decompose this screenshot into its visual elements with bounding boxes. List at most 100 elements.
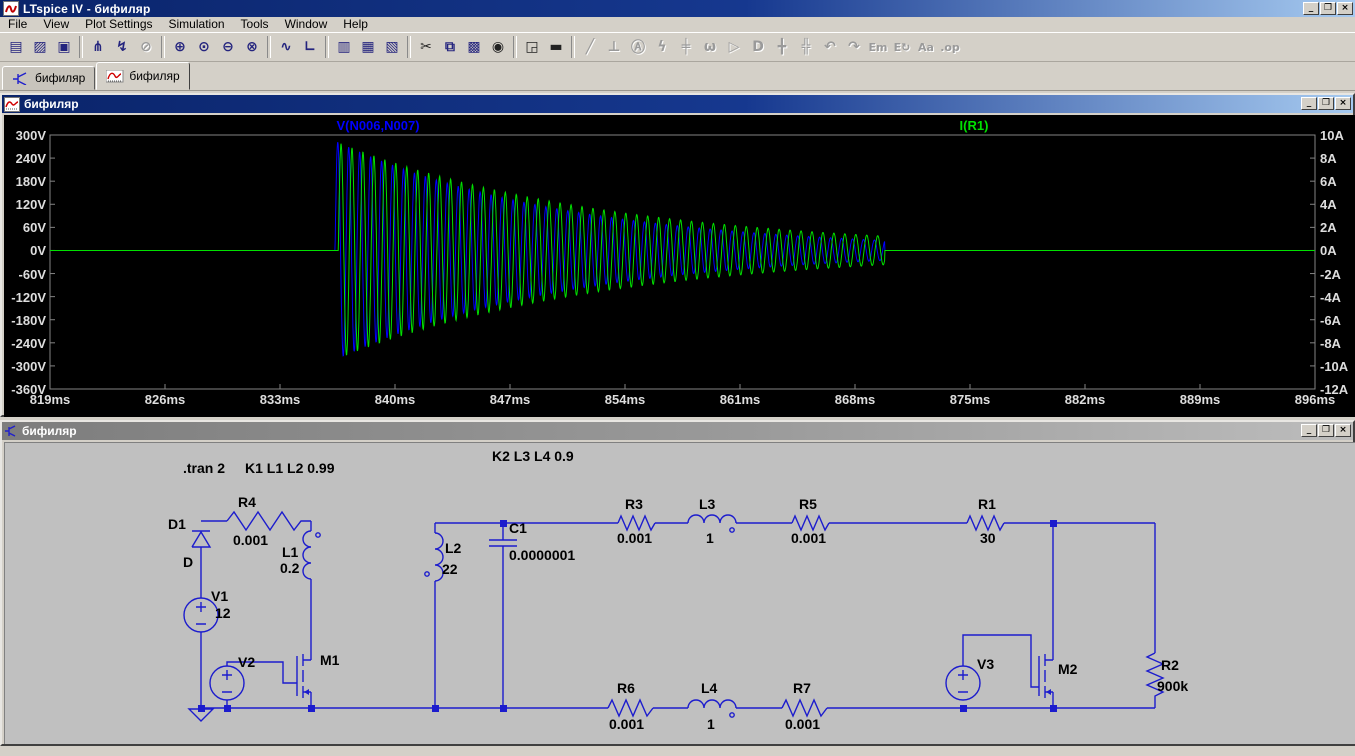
component-r2[interactable]: R2 900k <box>1147 653 1188 703</box>
undo-icon[interactable]: ↶ <box>818 36 842 59</box>
component-r6[interactable]: R6 0.001 <box>608 680 653 732</box>
menu-simulation[interactable]: Simulation <box>161 17 233 32</box>
find-icon[interactable]: ◉ <box>486 36 510 59</box>
spice-netlist-icon[interactable]: ∿ <box>274 36 298 59</box>
close-button[interactable]: × <box>1337 2 1353 15</box>
component-r1[interactable]: R1 30 <box>967 496 1004 546</box>
capacitor-tool-icon[interactable]: ╪ <box>674 36 698 59</box>
tile-windows-icon[interactable]: ▥ <box>332 36 356 59</box>
schematic-canvas[interactable]: .tran 2 K1 L1 L2 0.99 K2 L3 L4 0.9 D1 D … <box>5 443 1355 744</box>
drag-tool-icon[interactable]: ╬ <box>794 36 818 59</box>
schem-minimize-button[interactable]: _ <box>1301 424 1317 437</box>
component-r4[interactable]: R4 0.001 <box>227 494 307 548</box>
cascade-windows2-icon[interactable]: ▧ <box>380 36 404 59</box>
component-l3[interactable]: L3 1 <box>688 496 736 546</box>
paste-icon[interactable]: ▩ <box>462 36 486 59</box>
component-v2[interactable]: V2 <box>210 654 255 700</box>
trace-name-i-r1-[interactable]: I(R1) <box>884 118 1064 133</box>
wire-tool-icon[interactable]: ╱ <box>578 36 602 59</box>
component-r5[interactable]: R5 0.001 <box>791 496 829 546</box>
mark-axes-icon[interactable]: ∟ <box>298 36 322 59</box>
y-right-tick-label: -6A <box>1320 313 1355 328</box>
y-left-tick-label: -300V <box>4 359 46 374</box>
plot-close-button[interactable]: × <box>1335 97 1351 110</box>
maximize-button[interactable]: ❐ <box>1320 2 1336 15</box>
component-v3[interactable]: V3 <box>946 656 994 700</box>
spice-directive-tran[interactable]: .tran 2 <box>183 460 225 476</box>
component-l4[interactable]: L4 1 <box>688 680 736 732</box>
waveform-window-titlebar[interactable]: бифиляр _ ❐ × <box>2 95 1353 113</box>
toolbar: ▤▨▣ ⋔↯⊘ ⊕⊙⊖⊗ ∿∟ ▥▦▧ ✂⧉▩◉ ◲▬ ╱⊥Ⓐϟ╪ω▷D╋╬↶↷EmE↻Aa.… <box>0 32 1355 62</box>
save-icon[interactable]: ▣ <box>52 36 76 59</box>
spice-directive-icon[interactable]: .op <box>938 36 962 59</box>
y-right-tick-label: 8A <box>1320 151 1355 166</box>
component-l1[interactable]: L1 0.2 <box>280 531 320 579</box>
diode-tool-icon[interactable]: ▷ <box>722 36 746 59</box>
inductor-tool-icon[interactable]: ω <box>698 36 722 59</box>
toolbar-separator <box>161 36 165 58</box>
menu-plot-settings[interactable]: Plot Settings <box>77 17 160 32</box>
wires[interactable] <box>201 521 1155 708</box>
copy-icon[interactable]: ⧉ <box>438 36 462 59</box>
x-axis-tick-label: 861ms <box>708 392 772 407</box>
component-m1[interactable]: M1 <box>297 652 340 708</box>
x-axis-tick-label: 840ms <box>363 392 427 407</box>
schem-close-button[interactable]: × <box>1335 424 1351 437</box>
minimize-button[interactable]: _ <box>1303 2 1319 15</box>
schem-maximize-button[interactable]: ❐ <box>1318 424 1334 437</box>
zoom-out-icon[interactable]: ⊖ <box>216 36 240 59</box>
redo-icon[interactable]: ↷ <box>842 36 866 59</box>
schematic-window-titlebar[interactable]: бифиляр _ ❐ × <box>2 422 1353 440</box>
component-r3[interactable]: R3 0.001 <box>617 496 655 546</box>
component-m2[interactable]: M2 <box>1039 654 1078 708</box>
resistor-tool-icon[interactable]: ϟ <box>650 36 674 59</box>
cascade-windows-icon[interactable]: ▦ <box>356 36 380 59</box>
new-schematic-icon[interactable]: ▤ <box>4 36 28 59</box>
component-d1[interactable]: D1 D <box>168 516 210 570</box>
plot-maximize-button[interactable]: ❐ <box>1318 97 1334 110</box>
zoom-back-icon[interactable]: ⊙ <box>192 36 216 59</box>
label-net-icon[interactable]: Ⓐ <box>626 36 650 59</box>
component-label: R3 <box>625 496 643 512</box>
menu-file[interactable]: File <box>0 17 35 32</box>
component-v1[interactable]: V1 12 <box>184 588 231 632</box>
spice-directive-k2[interactable]: K2 L3 L4 0.9 <box>492 448 574 464</box>
component-value: D <box>183 554 193 570</box>
schematic-window: бифиляр _ ❐ × <box>0 420 1355 746</box>
cut-icon[interactable]: ✂ <box>414 36 438 59</box>
move-tool-icon[interactable]: ╋ <box>770 36 794 59</box>
zoom-in-icon[interactable]: ⊕ <box>168 36 192 59</box>
menu-view[interactable]: View <box>35 17 77 32</box>
run-icon[interactable]: ↯ <box>110 36 134 59</box>
component-r7[interactable]: R7 0.001 <box>782 680 827 732</box>
x-axis-tick-label: 833ms <box>248 392 312 407</box>
component-value: 0.001 <box>785 716 820 732</box>
spice-directive-k1[interactable]: K1 L1 L2 0.99 <box>245 460 335 476</box>
ground-tool-icon[interactable]: ⊥ <box>602 36 626 59</box>
menu-help[interactable]: Help <box>335 17 376 32</box>
toolbar-separator <box>267 36 271 58</box>
menu-tools[interactable]: Tools <box>233 17 277 32</box>
control-panel-hammer-icon[interactable]: ⋔ <box>86 36 110 59</box>
trace-name-v-n006-n007-[interactable]: V(N006,N007) <box>288 118 468 133</box>
plot-minimize-button[interactable]: _ <box>1301 97 1317 110</box>
tab-бифиляр-1[interactable]: бифиляр <box>2 66 95 90</box>
text-tool-icon[interactable]: Aa <box>914 36 938 59</box>
rotate-tool-icon[interactable]: E↻ <box>890 36 914 59</box>
waveform-plot-area[interactable]: 819ms826ms833ms840ms847ms854ms861ms868ms… <box>4 115 1355 417</box>
open-file-icon[interactable]: ▨ <box>28 36 52 59</box>
menu-window[interactable]: Window <box>277 17 336 32</box>
mirror-tool-icon[interactable]: Em <box>866 36 890 59</box>
print-icon[interactable]: ▬ <box>544 36 568 59</box>
tab-бифиляр-2[interactable]: бифиляр <box>96 62 189 90</box>
ltspice-app-window: LTspice IV - бифиляр _ ❐ × FileViewPlot … <box>0 0 1355 756</box>
waveform-plot-canvas[interactable] <box>4 115 1355 417</box>
schematic-canvas-area[interactable]: .tran 2 K1 L1 L2 0.99 K2 L3 L4 0.9 D1 D … <box>4 442 1355 744</box>
component-label: R7 <box>793 680 811 696</box>
component-l2[interactable]: L2 22 <box>425 533 462 581</box>
component-tool-icon[interactable]: D <box>746 36 770 59</box>
zoom-full-extents-icon[interactable]: ⊗ <box>240 36 264 59</box>
component-label: C1 <box>509 520 527 536</box>
print-preview-icon[interactable]: ◲ <box>520 36 544 59</box>
halt-icon[interactable]: ⊘ <box>134 36 158 59</box>
